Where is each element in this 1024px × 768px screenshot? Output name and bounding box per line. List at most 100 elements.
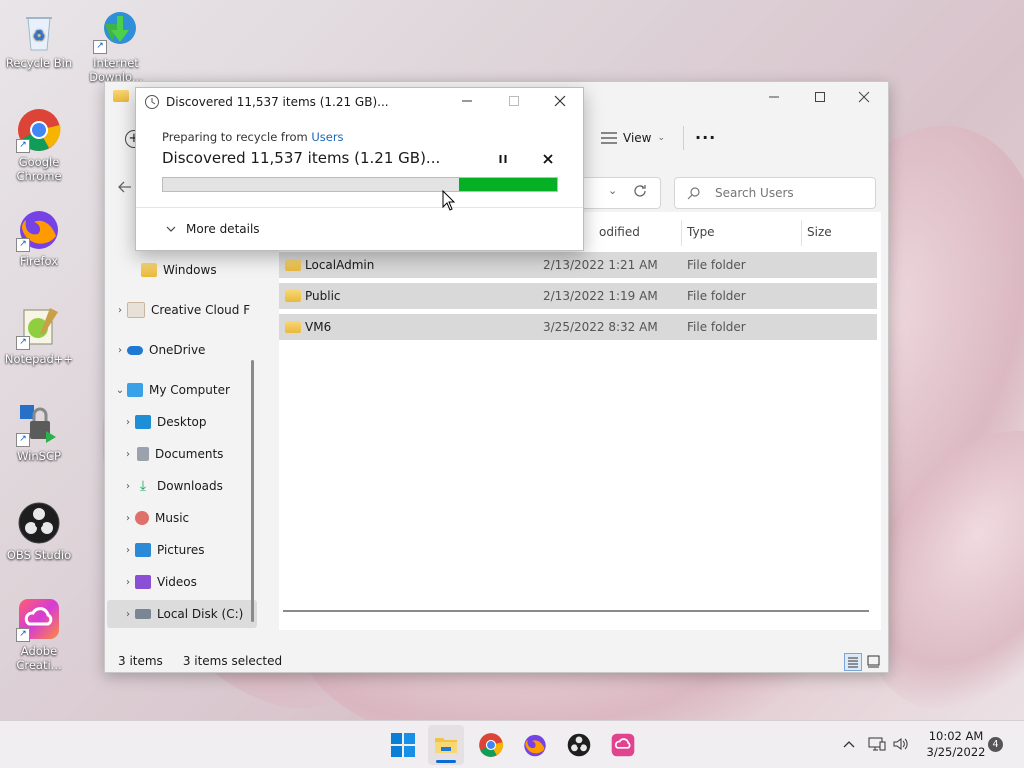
source-folder-link[interactable]: Users: [311, 130, 343, 144]
more-details-toggle[interactable]: More details: [166, 222, 260, 236]
column-divider: [681, 220, 682, 246]
maximize-icon: [815, 92, 825, 102]
taskbar-obs[interactable]: [566, 732, 592, 758]
nav-item-videos[interactable]: › Videos: [121, 568, 197, 596]
desktop-icon: [135, 415, 151, 429]
desktop-icon-adobe-cc[interactable]: ↗ Adobe Creati...: [1, 596, 77, 672]
search-input[interactable]: [713, 183, 867, 203]
nav-item-pictures[interactable]: › Pictures: [121, 536, 205, 564]
row-date: 2/13/2022 1:19 AM: [543, 289, 658, 303]
adobe-creative-cloud-icon: [611, 733, 635, 757]
view-list-icon: [601, 132, 617, 144]
taskbar-adobe-cc[interactable]: [610, 732, 636, 758]
nav-item-label: My Computer: [149, 383, 230, 397]
column-header-type[interactable]: Type: [687, 225, 715, 239]
show-hidden-icons-button[interactable]: [842, 737, 856, 754]
more-options-button[interactable]: ···: [695, 128, 716, 147]
nav-item-downloads[interactable]: › ⤓ Downloads: [121, 472, 223, 500]
chevron-right-icon[interactable]: ›: [121, 513, 135, 524]
taskbar-firefox[interactable]: [522, 732, 548, 758]
notification-badge[interactable]: 4: [988, 737, 1003, 752]
desktop-icon-obs[interactable]: OBS Studio: [1, 500, 77, 562]
progress-headline: Discovered 11,537 items (1.21 GB)...: [162, 149, 441, 167]
table-row[interactable]: LocalAdmin 2/13/2022 1:21 AM File folder: [279, 252, 877, 278]
desktop-icon-notepadpp[interactable]: ↗ Notepad++: [1, 304, 77, 366]
chevron-right-icon[interactable]: ›: [121, 577, 135, 588]
firefox-icon: ↗: [16, 206, 62, 252]
pictures-icon: [135, 543, 151, 557]
more-details-label: More details: [186, 222, 260, 236]
obs-studio-icon: [16, 500, 62, 546]
minimize-icon: [769, 96, 779, 98]
chevron-down-icon: [166, 226, 176, 232]
pause-button[interactable]: [496, 152, 510, 169]
windows-logo-icon: [391, 733, 415, 757]
horizontal-scrollbar[interactable]: [283, 610, 869, 612]
maximize-button[interactable]: [797, 82, 843, 112]
search-icon: [687, 187, 700, 200]
folder-icon: [285, 321, 301, 333]
cancel-button[interactable]: [541, 152, 555, 169]
network-button[interactable]: [868, 736, 886, 755]
table-row[interactable]: VM6 3/25/2022 8:32 AM File folder: [279, 314, 877, 340]
desktop-icon-recycle-bin[interactable]: ♻ Recycle Bin: [1, 8, 77, 70]
toolbar-divider: [683, 126, 684, 150]
column-header-date-modified[interactable]: odified: [599, 225, 640, 239]
column-header-size[interactable]: Size: [807, 225, 832, 239]
row-date: 3/25/2022 8:32 AM: [543, 320, 658, 334]
taskbar-file-explorer[interactable]: [428, 725, 464, 765]
chevron-right-icon[interactable]: ›: [113, 345, 127, 356]
desktop-icon-winscp[interactable]: ↗ WinSCP: [1, 401, 77, 463]
start-button[interactable]: [390, 732, 416, 758]
pause-icon: [499, 155, 507, 163]
nav-item-onedrive[interactable]: › OneDrive: [113, 336, 205, 364]
nav-item-windows[interactable]: Windows: [127, 256, 217, 284]
close-icon: [554, 95, 566, 107]
nav-item-desktop[interactable]: › Desktop: [121, 408, 207, 436]
chevron-right-icon[interactable]: ›: [113, 305, 127, 316]
chevron-down-icon[interactable]: ⌄: [113, 385, 127, 396]
notepad-plus-plus-icon: ↗: [16, 304, 62, 350]
nav-item-creative-cloud-files[interactable]: › Creative Cloud F: [113, 296, 261, 324]
nav-item-my-computer[interactable]: ⌄ My Computer: [113, 376, 230, 404]
minimize-button[interactable]: [751, 82, 797, 112]
winscp-icon: ↗: [16, 401, 62, 447]
chevron-right-icon[interactable]: ›: [121, 417, 135, 428]
chevron-right-icon[interactable]: ›: [121, 545, 135, 556]
nav-item-music[interactable]: › Music: [121, 504, 189, 532]
details-view-button[interactable]: [844, 653, 862, 671]
tiles-view-button[interactable]: [866, 653, 882, 669]
nav-item-local-disk-c[interactable]: › Local Disk (C:): [107, 600, 257, 628]
nav-item-label: Videos: [157, 575, 197, 589]
desktop-icon-internet-download[interactable]: ↗ Internet Downlo...: [78, 8, 154, 84]
clock-date: 3/25/2022: [926, 745, 986, 759]
search-box[interactable]: [674, 177, 876, 209]
desktop-icon-chrome[interactable]: ↗ Google Chrome: [1, 107, 77, 183]
view-label: View: [623, 131, 652, 145]
table-row[interactable]: Public 2/13/2022 1:19 AM File folder: [279, 283, 877, 309]
desktop-icon-label: Google Chrome: [16, 155, 62, 183]
chevron-right-icon[interactable]: ›: [121, 449, 135, 460]
taskbar-chrome[interactable]: [478, 732, 504, 758]
volume-button[interactable]: [892, 736, 910, 755]
desktop-icon-firefox[interactable]: ↗ Firefox: [1, 206, 77, 268]
nav-item-documents[interactable]: › Documents: [121, 440, 223, 468]
row-type: File folder: [687, 289, 746, 303]
nav-scrollbar[interactable]: [251, 360, 254, 622]
chevron-right-icon[interactable]: ›: [121, 481, 135, 492]
progress-bar: [162, 177, 558, 192]
close-button[interactable]: [841, 82, 887, 112]
desktop-icon-label: OBS Studio: [6, 548, 72, 562]
arrow-left-icon: [118, 181, 131, 193]
dialog-close-button[interactable]: [553, 94, 567, 111]
clock[interactable]: 10:02 AM 3/25/2022: [918, 728, 994, 760]
nav-item-label: Pictures: [157, 543, 205, 557]
refresh-button[interactable]: [632, 183, 648, 202]
clock-time: 10:02 AM: [928, 729, 984, 743]
mouse-cursor-icon: [442, 190, 456, 211]
view-button[interactable]: View ⌄: [601, 126, 665, 150]
dialog-minimize-button[interactable]: [460, 94, 474, 111]
back-button[interactable]: [117, 179, 133, 198]
chevron-right-icon[interactable]: ›: [121, 609, 135, 620]
svg-text:♻: ♻: [33, 28, 46, 44]
